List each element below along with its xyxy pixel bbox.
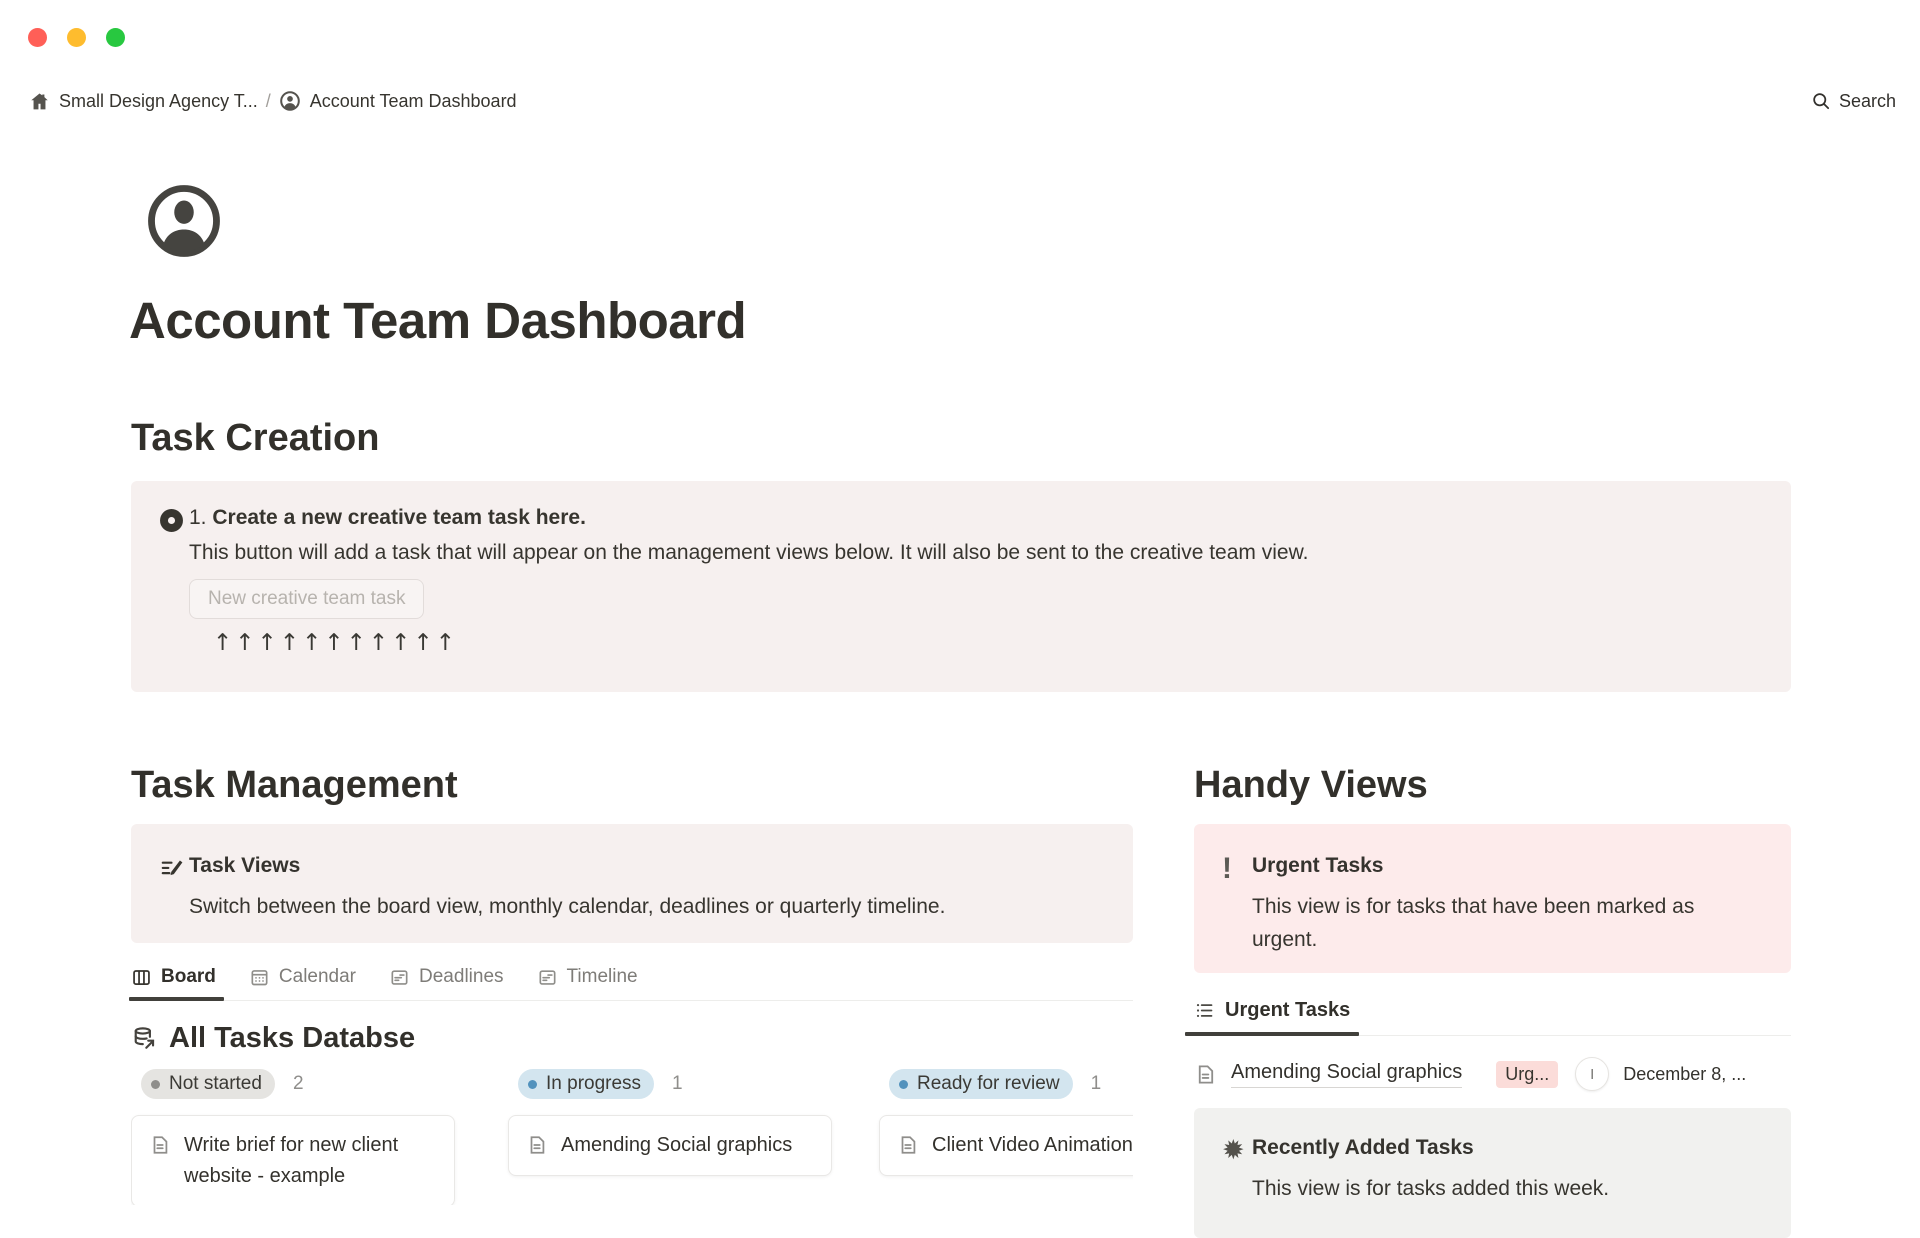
database-icon — [134, 1027, 155, 1049]
seal-star-icon: ✹ — [1222, 1135, 1245, 1166]
breadcrumb-page[interactable]: Account Team Dashboard — [279, 90, 517, 112]
tab-calendar[interactable]: Calendar — [249, 966, 356, 1000]
database-title-row[interactable]: All Tasks Databse — [131, 1022, 1133, 1055]
up-arrows-decoration: ↑↑↑↑↑↑↑↑↑↑↑ — [213, 630, 458, 656]
tab-timeline-label: Timeline — [566, 966, 638, 987]
person-circle-icon — [279, 91, 300, 111]
top-bar: Small Design Agency T... / Account Team … — [29, 90, 1896, 112]
tab-board-label: Board — [161, 966, 216, 987]
callout-step-description: This button will add a task that will ap… — [189, 541, 1309, 564]
status-pill-not-started[interactable]: Not started — [141, 1069, 275, 1099]
board-column-not-started: Not started 2 Write brief for new client… — [131, 1069, 455, 1205]
compose-pencil-icon — [161, 860, 183, 876]
status-label: Not started — [169, 1073, 262, 1094]
timeline-view-icon — [391, 969, 408, 985]
new-creative-team-task-button[interactable]: New creative team task — [189, 579, 425, 619]
due-date: December 8, ... — [1623, 1063, 1747, 1084]
task-card-title: Amending Social graphics — [561, 1134, 793, 1156]
document-icon — [153, 1136, 168, 1154]
urgent-tag-badge: Urg... — [1496, 1060, 1559, 1088]
search-label: Search — [1838, 90, 1896, 111]
document-icon — [1198, 1064, 1214, 1084]
column-count: 1 — [1090, 1073, 1102, 1094]
view-tabs: Board Calendar Deadlines Timeline — [129, 966, 1133, 1001]
status-pill-ready-for-review[interactable]: Ready for review — [889, 1069, 1073, 1099]
calendar-view-icon — [251, 969, 268, 985]
task-creation-heading: Task Creation — [131, 417, 380, 459]
document-icon — [901, 1136, 916, 1154]
urgent-task-link[interactable]: Amending Social graphics — [1231, 1061, 1463, 1088]
tab-deadlines-label: Deadlines — [419, 966, 504, 987]
status-dot — [528, 1079, 537, 1089]
task-views-callout: Task Views Switch between the board view… — [131, 824, 1133, 943]
tab-calendar-label: Calendar — [278, 966, 357, 987]
tab-timeline[interactable]: Timeline — [537, 966, 638, 1000]
task-card[interactable]: Amending Social graphics — [508, 1115, 832, 1176]
task-creation-callout: 1. Create a new creative team task here.… — [131, 481, 1791, 692]
board-column-in-progress: In progress 1 Amending Social graphics — [508, 1069, 832, 1176]
exclamation-icon: ! — [1222, 852, 1232, 885]
urgent-tasks-callout: ! Urgent Tasks This view is for tasks th… — [1194, 824, 1791, 973]
urgent-task-row: Amending Social graphics Urg... I Decemb… — [1194, 1057, 1791, 1091]
document-icon — [530, 1136, 545, 1154]
window-controls — [28, 28, 125, 47]
task-management-heading: Task Management — [131, 764, 458, 806]
recent-callout-description: This view is for tasks added this week. — [1252, 1177, 1610, 1200]
zoom-window-button[interactable] — [106, 28, 125, 47]
task-management-section: Task Management Task Views Switch betwee… — [129, 764, 1133, 1238]
breadcrumb-workspace-label: Small Design Agency T... — [59, 90, 258, 111]
timeline-view-icon — [539, 969, 556, 985]
breadcrumb-separator: / — [265, 90, 271, 111]
tab-urgent-tasks-label: Urgent Tasks — [1225, 999, 1351, 1021]
handy-views-section: Handy Views ! Urgent Tasks This view is … — [1184, 764, 1791, 1238]
home-icon — [31, 92, 48, 109]
kanban-board: Not started 2 Write brief for new client… — [131, 1069, 1133, 1205]
close-window-button[interactable] — [28, 28, 47, 47]
minimize-window-button[interactable] — [67, 28, 86, 47]
task-card-title: Client Video Animation — [932, 1134, 1133, 1156]
urgent-callout-title: Urgent Tasks — [1252, 854, 1384, 877]
search-icon — [1813, 93, 1829, 110]
board-column-ready-for-review: Ready for review 1 Client Video Animatio… — [879, 1069, 1133, 1176]
step-number: 1. — [189, 506, 213, 529]
urgent-callout-description: This view is for tasks that have been ma… — [1252, 895, 1695, 951]
page-title: Account Team Dashboard — [129, 292, 747, 349]
status-dot — [151, 1079, 160, 1089]
task-views-title: Task Views — [189, 854, 301, 877]
status-label: In progress — [546, 1073, 642, 1094]
handy-views-heading: Handy Views — [1194, 764, 1428, 806]
bulleted-list-icon — [1196, 1003, 1213, 1018]
recently-added-callout: ✹ Recently Added Tasks This view is for … — [1194, 1108, 1791, 1238]
board-view-icon — [133, 969, 150, 985]
status-dot — [899, 1079, 908, 1089]
status-label: Ready for review — [917, 1073, 1060, 1094]
tab-urgent-tasks[interactable]: Urgent Tasks — [1184, 999, 1360, 1036]
recent-callout-title: Recently Added Tasks — [1252, 1136, 1474, 1159]
assignee-avatar: I — [1575, 1057, 1610, 1091]
task-card[interactable]: Client Video Animation — [879, 1115, 1133, 1176]
callout-step-line: 1. Create a new creative team task here. — [189, 506, 1308, 530]
status-pill-in-progress[interactable]: In progress — [518, 1069, 655, 1099]
column-count: 1 — [672, 1073, 683, 1094]
task-card-title: Write brief for new client website - exa… — [184, 1134, 399, 1187]
task-views-description: Switch between the board view, monthly c… — [189, 895, 946, 918]
breadcrumb-workspace[interactable]: Small Design Agency T... — [29, 91, 258, 112]
column-count: 2 — [292, 1073, 304, 1094]
urgent-view-tabs: Urgent Tasks — [1184, 999, 1791, 1036]
task-card[interactable]: Write brief for new client website - exa… — [131, 1115, 455, 1205]
tab-board[interactable]: Board — [129, 966, 224, 1001]
page-avatar-icon[interactable] — [145, 182, 223, 265]
step-title: Create a new creative team task here. — [212, 506, 586, 529]
database-title: All Tasks Databse — [169, 1022, 416, 1054]
search-button[interactable]: Search — [1811, 91, 1896, 112]
breadcrumb-page-label: Account Team Dashboard — [309, 90, 517, 111]
tab-deadlines[interactable]: Deadlines — [389, 966, 504, 1000]
target-donut-icon — [160, 509, 183, 532]
